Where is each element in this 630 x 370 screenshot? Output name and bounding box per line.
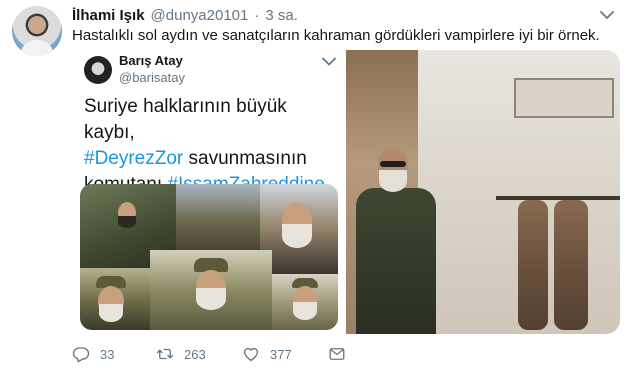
attached-photo[interactable] <box>346 50 620 334</box>
photo-figure <box>518 200 548 330</box>
tweet-timestamp[interactable]: 3 sa. <box>265 7 298 24</box>
photo-soldier <box>354 148 440 334</box>
embedded-line-1: Suriye halklarının büyük kaybı, <box>84 96 287 143</box>
like-button[interactable]: 377 <box>242 338 328 370</box>
retweet-icon <box>156 348 174 360</box>
collage-photo <box>272 274 338 330</box>
retweet-count: 263 <box>184 346 206 362</box>
photo-figure <box>554 200 588 330</box>
embedded-author-name: Barış Atay <box>119 53 183 68</box>
reply-count: 33 <box>100 346 115 362</box>
author-handle[interactable]: @dunya20101 <box>151 7 249 24</box>
collage-photo <box>150 250 272 330</box>
reply-button[interactable]: 33 <box>72 338 156 370</box>
separator-dot: · <box>254 6 260 24</box>
embedded-author-handle: @barisatay <box>119 70 185 85</box>
embedded-tweet-image[interactable]: Barış Atay @barisatay Suriye halklarının… <box>72 50 342 334</box>
direct-message-button[interactable] <box>328 338 358 370</box>
collage-photo <box>80 268 150 330</box>
direct-message-icon <box>329 348 345 360</box>
author-name[interactable]: İlhami Işık <box>72 7 145 24</box>
embedded-line-2-rest: savunmasının <box>183 148 307 169</box>
collage-photo <box>176 184 260 250</box>
tweet-menu-button[interactable] <box>598 6 616 24</box>
author-avatar[interactable] <box>12 6 62 56</box>
photo-window <box>514 78 614 118</box>
retweet-button[interactable]: 263 <box>156 338 242 370</box>
chevron-down-icon <box>600 10 614 19</box>
like-icon <box>243 347 259 362</box>
tweet-actions: 33 263 377 <box>72 338 358 370</box>
photo-collage <box>80 184 338 330</box>
like-count: 377 <box>270 346 292 362</box>
embedded-line-2: #DeyrezZor savunmasının <box>84 146 334 172</box>
chevron-down-icon <box>322 57 336 66</box>
avatar-shirt <box>20 40 54 56</box>
tweet-header: İlhami Işık @dunya20101 · 3 sa. <box>72 4 616 26</box>
reply-icon <box>72 347 90 363</box>
embedded-tweet-text: Suriye halklarının büyük kaybı, #DeyrezZ… <box>84 94 334 198</box>
embedded-author-avatar <box>84 56 112 84</box>
photo-beam <box>496 196 620 200</box>
tweet-text: Hastalıklı sol aydın ve sanatçıların kah… <box>72 27 600 44</box>
hashtag-link: #DeyrezZor <box>84 148 184 169</box>
